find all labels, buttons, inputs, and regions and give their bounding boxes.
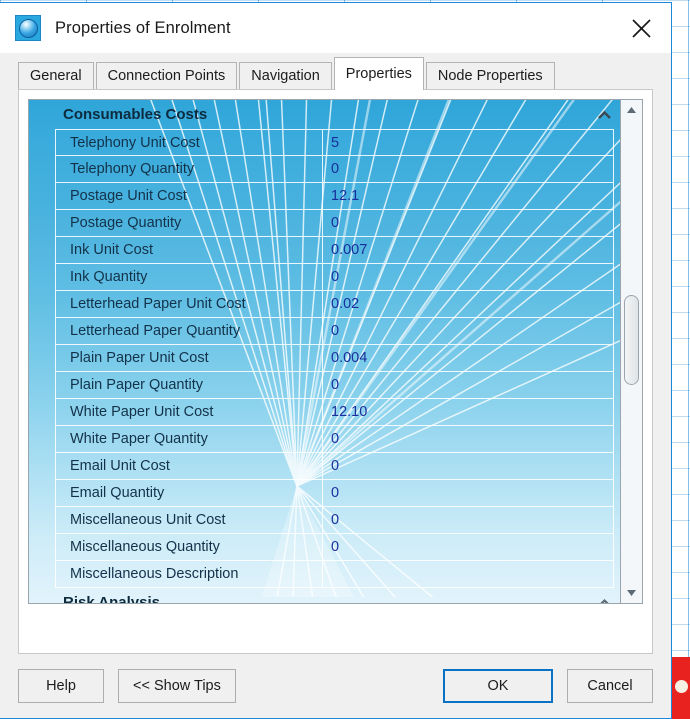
dialog-button-bar: Help << Show Tips OK Cancel: [0, 654, 671, 718]
table-row[interactable]: Telephony Unit Cost 5: [55, 129, 614, 156]
triangle-down-icon[interactable]: [621, 583, 642, 603]
table-row[interactable]: Email Unit Cost 0: [55, 453, 614, 480]
row-value[interactable]: 0: [323, 453, 614, 479]
tab-panel-properties: Consumables Costs Telephony Unit Cost 5: [18, 89, 653, 654]
background-red-dot: [675, 680, 688, 693]
row-name: Telephony Unit Cost: [55, 130, 323, 155]
table-row[interactable]: Letterhead Paper Quantity 0: [55, 318, 614, 345]
table-row[interactable]: Miscellaneous Unit Cost 0: [55, 507, 614, 534]
table-row[interactable]: White Paper Quantity 0: [55, 426, 614, 453]
page-title: Properties of Enrolment: [55, 18, 231, 37]
chevron-up-icon[interactable]: [597, 598, 612, 603]
row-value[interactable]: 0: [323, 426, 614, 452]
row-name: Telephony Quantity: [55, 156, 323, 182]
row-value[interactable]: 12.1: [323, 183, 614, 209]
row-name: White Paper Quantity: [55, 426, 323, 452]
row-value[interactable]: [323, 561, 614, 587]
table-row[interactable]: White Paper Unit Cost 12.10: [55, 399, 614, 426]
help-button[interactable]: Help: [18, 669, 104, 703]
table-row[interactable]: Postage Quantity 0: [55, 210, 614, 237]
row-value[interactable]: 12.10: [323, 399, 614, 425]
row-value[interactable]: 5: [323, 130, 614, 155]
row-name: Miscellaneous Unit Cost: [55, 507, 323, 533]
row-value[interactable]: 0: [323, 156, 614, 182]
triangle-up-icon[interactable]: [621, 100, 642, 120]
ok-button[interactable]: OK: [443, 669, 553, 703]
sphere-icon: [15, 15, 41, 41]
sphere-icon-orb: [18, 18, 38, 38]
tab-strip: General Connection Points Navigation Pro…: [0, 53, 671, 90]
row-name: Ink Quantity: [55, 264, 323, 290]
table-row[interactable]: Ink Unit Cost 0.007: [55, 237, 614, 264]
table-row[interactable]: Miscellaneous Description: [55, 561, 614, 588]
section-title: Consumables Costs: [63, 106, 208, 123]
row-name: Postage Quantity: [55, 210, 323, 236]
row-name: Plain Paper Unit Cost: [55, 345, 323, 371]
property-row-list: Telephony Unit Cost 5 Telephony Quantity…: [29, 129, 620, 588]
scrollbar-track[interactable]: [621, 120, 642, 583]
row-name: Email Quantity: [55, 480, 323, 506]
scrollbar-thumb[interactable]: [624, 295, 639, 385]
tab-connection-points[interactable]: Connection Points: [95, 62, 238, 89]
tab-navigation[interactable]: Navigation: [239, 62, 332, 89]
vertical-scrollbar[interactable]: [620, 100, 642, 603]
cancel-button[interactable]: Cancel: [567, 669, 653, 703]
title-bar: Properties of Enrolment: [0, 3, 671, 53]
properties-dialog: Properties of Enrolment General Connecti…: [0, 2, 672, 719]
table-row[interactable]: Plain Paper Quantity 0: [55, 372, 614, 399]
tab-general[interactable]: General: [18, 62, 94, 89]
row-value[interactable]: 0.007: [323, 237, 614, 263]
show-tips-button[interactable]: << Show Tips: [118, 669, 236, 703]
row-value[interactable]: 0: [323, 372, 614, 398]
tab-properties[interactable]: Properties: [333, 57, 424, 90]
row-name: Letterhead Paper Quantity: [55, 318, 323, 344]
tab-node-properties[interactable]: Node Properties: [425, 62, 555, 89]
row-value[interactable]: 0: [323, 210, 614, 236]
property-grid-table: Consumables Costs Telephony Unit Cost 5: [29, 100, 620, 603]
row-value[interactable]: 0: [323, 507, 614, 533]
table-row[interactable]: Miscellaneous Quantity 0: [55, 534, 614, 561]
row-name: White Paper Unit Cost: [55, 399, 323, 425]
table-row[interactable]: Telephony Quantity 0: [55, 156, 614, 183]
row-value[interactable]: 0: [323, 318, 614, 344]
table-row[interactable]: Ink Quantity 0: [55, 264, 614, 291]
chevron-up-icon[interactable]: [597, 110, 612, 120]
row-name: Miscellaneous Quantity: [55, 534, 323, 560]
section-title: Risk Analysis: [63, 594, 160, 603]
section-header-risk-analysis[interactable]: Risk Analysis: [29, 588, 620, 603]
row-value[interactable]: 0.02: [323, 291, 614, 317]
row-name: Miscellaneous Description: [55, 561, 323, 587]
row-name: Email Unit Cost: [55, 453, 323, 479]
table-row[interactable]: Email Quantity 0: [55, 480, 614, 507]
row-value[interactable]: 0: [323, 264, 614, 290]
property-grid: Consumables Costs Telephony Unit Cost 5: [28, 99, 643, 604]
row-value[interactable]: 0: [323, 480, 614, 506]
row-value[interactable]: 0: [323, 534, 614, 560]
table-row[interactable]: Letterhead Paper Unit Cost 0.02: [55, 291, 614, 318]
row-name: Letterhead Paper Unit Cost: [55, 291, 323, 317]
section-header-consumables-costs[interactable]: Consumables Costs: [29, 100, 620, 129]
table-row[interactable]: Plain Paper Unit Cost 0.004: [55, 345, 614, 372]
close-icon[interactable]: [621, 10, 661, 46]
row-name: Ink Unit Cost: [55, 237, 323, 263]
row-name: Postage Unit Cost: [55, 183, 323, 209]
row-name: Plain Paper Quantity: [55, 372, 323, 398]
row-value[interactable]: 0.004: [323, 345, 614, 371]
table-row[interactable]: Postage Unit Cost 12.1: [55, 183, 614, 210]
